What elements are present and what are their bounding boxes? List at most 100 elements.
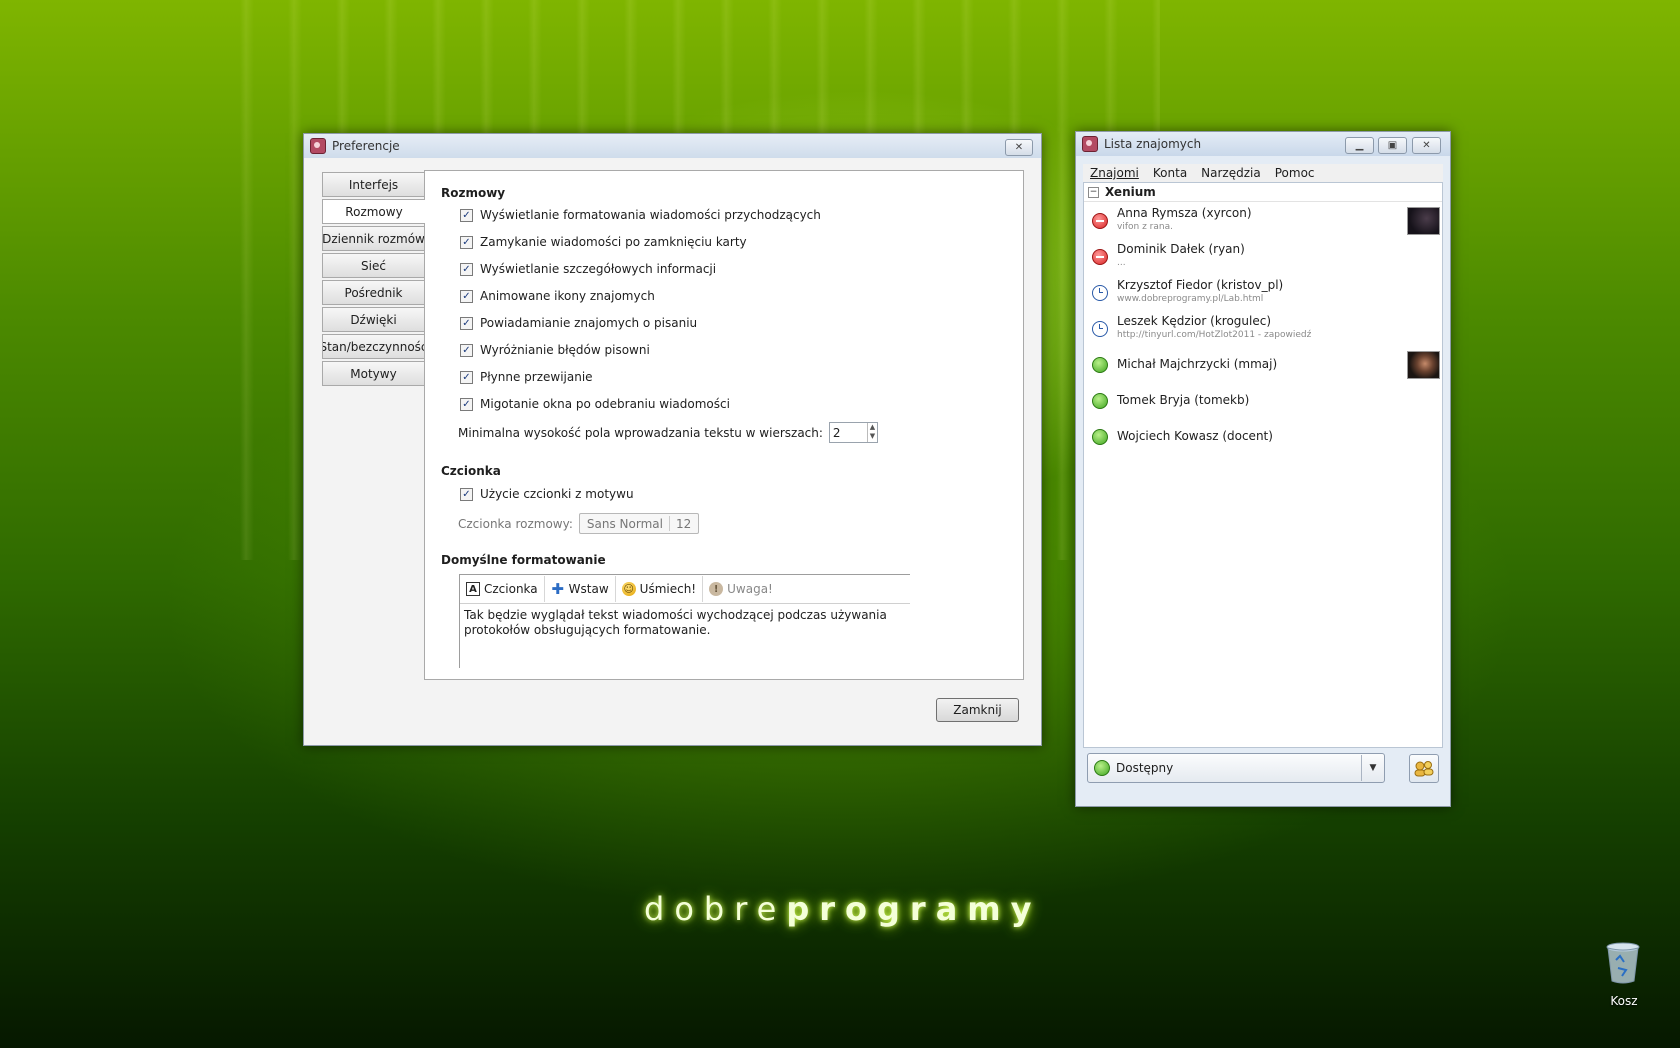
font-size: 12 (675, 516, 692, 531)
maximize-icon: ▣ (1387, 140, 1398, 151)
smiley-icon: ☺ (621, 582, 636, 596)
contact-row[interactable]: Dominik Dałek (ryan) ... (1084, 238, 1442, 274)
group-header[interactable]: − Xenium (1084, 183, 1442, 202)
contact-list: − Xenium Anna Rymsza (xyrcon) vifon z ra… (1083, 182, 1443, 748)
checkbox-flash-window[interactable]: ✓ Migotanie okna po odebraniu wiadomości (460, 397, 730, 411)
recycle-bin-icon[interactable] (1605, 942, 1641, 984)
checkbox-box[interactable]: ✓ (460, 487, 473, 501)
min-height-value[interactable]: 2 (830, 426, 867, 440)
contact-status-message: http://tinyurl.com/HotZlot2011 - zapowie… (1117, 330, 1312, 340)
tab-motywy[interactable]: Motywy (322, 361, 424, 386)
contact-status-message: www.dobreprogramy.pl/Lab.html (1117, 294, 1264, 304)
contact-name: Wojciech Kowasz (docent) (1117, 429, 1273, 443)
checkbox-label: Wyświetlanie formatowania wiadomości prz… (480, 208, 821, 222)
smile-button-label: Uśmiech! (639, 582, 697, 596)
tab-posrednik[interactable]: Pośrednik (322, 280, 424, 305)
checkbox-box[interactable]: ✓ (460, 397, 473, 411)
buddy-icon-button[interactable] (1409, 754, 1439, 783)
checkbox-box[interactable]: ✓ (460, 343, 473, 357)
checkbox-spellcheck[interactable]: ✓ Wyróżnianie błędów pisowni (460, 343, 650, 357)
checkbox-incoming-formatting[interactable]: ✓ Wyświetlanie formatowania wiadomości pr… (460, 208, 821, 222)
font-button-label: Czcionka (484, 582, 538, 596)
close-window-button[interactable]: ✕ (1412, 137, 1441, 154)
minimize-button[interactable]: ▁ (1345, 137, 1374, 154)
contact-name: Tomek Bryja (tomekb) (1117, 393, 1250, 407)
away-clock-icon (1092, 321, 1108, 337)
checkbox-label: Płynne przewijanie (480, 370, 593, 384)
checkbox-box[interactable]: ✓ (460, 235, 473, 249)
contact-status-message: vifon z rana. (1117, 222, 1173, 232)
contact-row[interactable]: Krzysztof Fiedor (kristov_pl) www.dobrep… (1084, 274, 1442, 310)
preferences-title: Preferencje (332, 139, 400, 153)
menu-konta[interactable]: Konta (1153, 166, 1187, 180)
contact-row[interactable]: Wojciech Kowasz (docent) (1084, 418, 1442, 454)
maximize-button[interactable]: ▣ (1378, 137, 1407, 154)
checkbox-box[interactable]: ✓ (460, 370, 473, 384)
section-title-font: Czcionka (441, 464, 501, 478)
menu-narzedzia[interactable]: Narzędzia (1201, 166, 1261, 180)
tab-label: Dziennik rozmów (322, 231, 424, 246)
checkbox-detailed-info[interactable]: ✓ Wyświetlanie szczegółowych informacji (460, 262, 716, 276)
close-button[interactable]: Zamknij (936, 698, 1019, 722)
contact-status-message: ... (1117, 258, 1126, 268)
tab-stan-bezczynnosc[interactable]: Stan/bezczynność (322, 334, 424, 359)
min-height-row: Minimalna wysokość pola wprowadzania tek… (458, 422, 878, 443)
spinner-arrows-icon[interactable]: ▲ ▼ (866, 423, 877, 442)
tab-label: Interfejs (348, 177, 399, 192)
attention-button[interactable]: ! Uwaga! (703, 576, 779, 602)
smile-button[interactable]: ☺ Uśmiech! (616, 576, 704, 602)
tab-dziennik-rozmow[interactable]: Dziennik rozmów (322, 226, 424, 251)
attention-button-label: Uwaga! (727, 582, 773, 596)
checkbox-smooth-scroll[interactable]: ✓ Płynne przewijanie (460, 370, 593, 384)
contact-row[interactable]: Michał Majchrzycki (mmaj) (1084, 346, 1442, 382)
checkbox-box[interactable]: ✓ (460, 289, 473, 303)
checkbox-box[interactable]: ✓ (460, 262, 473, 276)
checkbox-label: Wyróżnianie błędów pisowni (480, 343, 650, 357)
contact-row[interactable]: Anna Rymsza (xyrcon) vifon z rana. (1084, 202, 1442, 238)
checkbox-box[interactable]: ✓ (460, 316, 473, 330)
away-clock-icon (1092, 285, 1108, 301)
font-name: Sans Normal (586, 516, 663, 531)
checkbox-label: Animowane ikony znajomych (480, 289, 655, 303)
checkbox-close-on-tab[interactable]: ✓ Zamykanie wiadomości po zamknięciu kart… (460, 235, 747, 249)
close-window-button[interactable]: ✕ (1005, 139, 1033, 156)
tab-dzwieki[interactable]: Dźwięki (322, 307, 424, 332)
conv-font-button[interactable]: Sans Normal 12 (578, 513, 700, 534)
checkbox-animated-icons[interactable]: ✓ Animowane ikony znajomych (460, 289, 655, 303)
tab-rozmowy[interactable]: Rozmowy (322, 199, 425, 224)
menu-bar: Znajomi Konta Narzędzia Pomoc (1083, 164, 1443, 182)
tab-interfejs[interactable]: Interfejs (322, 172, 424, 197)
checkbox-box[interactable]: ✓ (460, 208, 473, 222)
min-height-label: Minimalna wysokość pola wprowadzania tek… (458, 425, 823, 440)
buddies-icon (1414, 760, 1434, 776)
separator (668, 516, 670, 531)
available-status-icon (1092, 429, 1108, 445)
min-height-spinner[interactable]: 2 ▲ ▼ (828, 422, 878, 443)
status-selector-label: Dostępny (1116, 761, 1174, 775)
preferences-tabs: Interfejs Rozmowy Dziennik rozmów Sieć P… (322, 172, 425, 388)
checkbox-label: Migotanie okna po odebraniu wiadomości (480, 397, 730, 411)
format-preview-text[interactable]: Tak będzie wyglądał tekst wiadomości wyc… (460, 604, 910, 642)
logo-bold-text: programy (786, 890, 1042, 928)
checkbox-theme-font[interactable]: ✓ Użycie czcionki z motywu (460, 487, 634, 501)
pidgin-app-icon (310, 138, 326, 154)
available-status-icon (1092, 393, 1108, 409)
menu-znajomi[interactable]: Znajomi (1090, 166, 1139, 180)
status-selector[interactable]: Dostępny ▼ (1087, 753, 1385, 783)
avatar (1407, 207, 1440, 235)
checkbox-typing-notify[interactable]: ✓ Powiadamianie znajomych o pisaniu (460, 316, 697, 330)
contact-name: Michał Majchrzycki (mmaj) (1117, 357, 1278, 371)
contact-row[interactable]: Tomek Bryja (tomekb) (1084, 382, 1442, 418)
tab-siec[interactable]: Sieć (322, 253, 424, 278)
desktop-logo: dobreprogramy (644, 890, 1042, 928)
pidgin-app-icon (1082, 136, 1098, 152)
busy-status-icon (1092, 213, 1108, 229)
contact-row[interactable]: Leszek Kędzior (krogulec) http://tinyurl… (1084, 310, 1442, 346)
chevron-down-icon[interactable]: ▼ (1361, 755, 1384, 781)
menu-pomoc[interactable]: Pomoc (1275, 166, 1315, 180)
font-button[interactable]: A Czcionka (460, 576, 545, 602)
insert-button[interactable]: ✚ Wstaw (545, 576, 616, 602)
tab-label: Stan/bezczynność (322, 339, 424, 354)
collapse-icon[interactable]: − (1088, 186, 1099, 198)
preferences-titlebar[interactable]: Preferencje ✕ (304, 134, 1041, 158)
